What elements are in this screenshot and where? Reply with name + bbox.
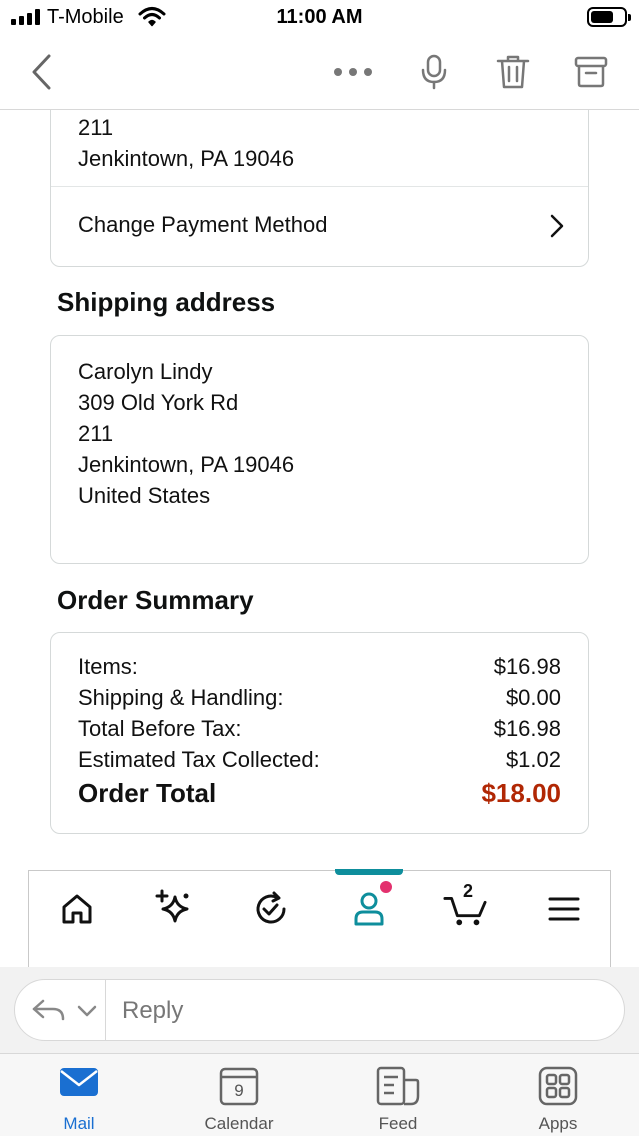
reply-separator xyxy=(105,980,106,1040)
shipping-unit: 211 xyxy=(78,421,114,446)
cart-count-badge: 2 xyxy=(463,881,474,901)
summary-row-items: Items: $16.98 xyxy=(78,654,561,680)
archive-icon[interactable] xyxy=(569,50,613,94)
summary-label: Items: xyxy=(78,654,138,679)
summary-row-shipping: Shipping & Handling: $0.00 xyxy=(78,685,561,711)
shipping-street: 309 Old York Rd xyxy=(78,390,239,415)
shipping-country: United States xyxy=(78,483,211,508)
order-summary-card: Items: $16.98 Shipping & Handling: $0.00… xyxy=(50,632,589,834)
chevron-down-icon[interactable] xyxy=(77,1004,97,1022)
account-icon[interactable] xyxy=(347,889,391,929)
tab-calendar[interactable]: 9 Calendar xyxy=(174,1054,304,1136)
apps-icon xyxy=(493,1066,623,1106)
menu-icon[interactable] xyxy=(542,889,586,929)
chevron-right-icon xyxy=(550,214,564,243)
billing-address-line: 211 xyxy=(78,115,114,140)
home-icon[interactable] xyxy=(55,889,99,929)
email-body: 211 Jenkintown, PA 19046 Change Payment … xyxy=(0,110,639,870)
order-total-value: $18.00 xyxy=(481,778,561,808)
status-time: 11:00 AM xyxy=(276,6,363,28)
shipping-city-state-zip: Jenkintown, PA 19046 xyxy=(78,452,295,477)
summary-label: Estimated Tax Collected: xyxy=(78,747,320,772)
change-payment-method-label: Change Payment Method xyxy=(78,212,328,237)
order-total-label: Order Total xyxy=(78,778,217,808)
tab-apps-label: Apps xyxy=(538,1114,578,1133)
tab-apps[interactable]: Apps xyxy=(493,1054,623,1136)
tab-feed[interactable]: Feed xyxy=(333,1054,463,1136)
notification-dot xyxy=(380,881,392,893)
back-chevron-icon[interactable] xyxy=(20,50,64,94)
tab-calendar-label: Calendar xyxy=(204,1114,274,1133)
reply-field[interactable]: Reply xyxy=(14,979,625,1041)
battery-icon xyxy=(587,7,631,27)
summary-value: $0.00 xyxy=(505,685,561,710)
summary-value: $16.98 xyxy=(493,654,561,679)
shipping-address-card: Carolyn Lindy 309 Old York Rd 211 Jenkin… xyxy=(50,335,589,564)
reply-placeholder: Reply xyxy=(122,997,184,1024)
summary-label: Shipping & Handling: xyxy=(78,685,284,710)
reply-bar: Reply xyxy=(0,967,639,1053)
tab-feed-label: Feed xyxy=(378,1114,418,1133)
mail-icon xyxy=(14,1066,144,1106)
bottom-tab-bar: Mail 9 Calendar Feed Apps xyxy=(0,1053,639,1136)
refresh-check-icon[interactable] xyxy=(249,889,293,929)
summary-row-before-tax: Total Before Tax: $16.98 xyxy=(78,716,561,742)
trash-icon[interactable] xyxy=(491,50,535,94)
summary-label: Total Before Tax: xyxy=(78,716,242,741)
shipping-name: Carolyn Lindy xyxy=(78,359,213,384)
more-dots-icon[interactable] xyxy=(331,50,375,94)
amazon-app-nav-bar: 2 xyxy=(28,869,611,968)
shipping-address-title: Shipping address xyxy=(57,287,276,317)
billing-address-line: Jenkintown, PA 19046 xyxy=(78,146,295,171)
summary-value: $1.02 xyxy=(505,747,561,772)
sparkle-icon[interactable] xyxy=(151,889,195,929)
summary-row-tax: Estimated Tax Collected: $1.02 xyxy=(78,747,561,773)
tab-mail-label: Mail xyxy=(63,1114,95,1133)
tab-mail[interactable]: Mail xyxy=(14,1054,144,1136)
summary-value: $16.98 xyxy=(493,716,561,741)
message-toolbar xyxy=(0,36,639,110)
active-tab-indicator xyxy=(335,869,403,875)
order-summary-title: Order Summary xyxy=(57,585,254,615)
reply-arrow-icon[interactable] xyxy=(31,998,65,1029)
status-bar: T-Mobile 11:00 AM xyxy=(0,0,639,36)
summary-row-order-total: Order Total $18.00 xyxy=(78,778,561,809)
microphone-icon[interactable] xyxy=(412,50,456,94)
payment-method-card: 211 Jenkintown, PA 19046 Change Payment … xyxy=(50,110,589,267)
calendar-day: 9 xyxy=(234,1081,244,1100)
change-payment-method-row[interactable]: Change Payment Method xyxy=(51,187,588,267)
feed-icon xyxy=(333,1066,463,1106)
